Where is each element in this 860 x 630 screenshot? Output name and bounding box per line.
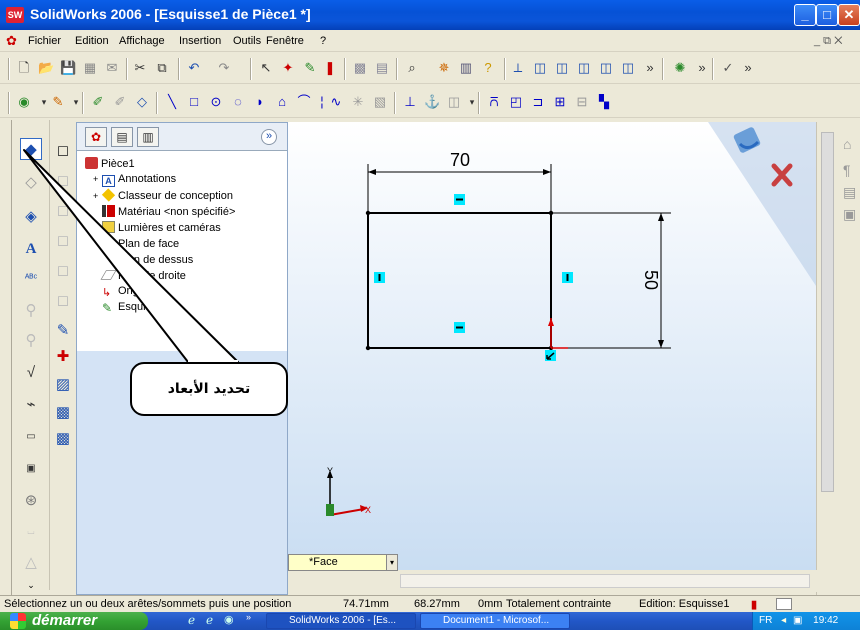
taskbar-item-word[interactable]: Document1 - Microsof... xyxy=(420,613,570,629)
horizontal-scrollbar[interactable] xyxy=(288,570,820,592)
tray-app-icon[interactable]: ▣ xyxy=(793,615,802,626)
status-y-coordinate: 68.27mm xyxy=(414,598,460,610)
windows-taskbar: démarrer ℯ ℯ ◉ » SolidWorks 2006 - [Es..… xyxy=(0,612,860,630)
file-explorer-icon[interactable]: ▤ xyxy=(843,184,856,201)
callout-pointer xyxy=(23,149,239,364)
tray-network-icon[interactable]: ◂ xyxy=(781,615,786,626)
language-indicator[interactable]: FR xyxy=(759,615,772,626)
quick-launch-chevron-icon[interactable]: » xyxy=(246,612,251,622)
design-library-icon[interactable]: ¶ xyxy=(843,162,851,178)
windows-logo-icon xyxy=(10,613,26,629)
status-constraint: Totalement contrainte xyxy=(506,598,612,610)
task-pane-bar: ⌂ ¶ ▤ ▣ xyxy=(816,122,860,595)
rebuild-status-icon[interactable]: ▮ xyxy=(751,598,757,611)
view-dropdown-arrow-icon[interactable]: ▾ xyxy=(386,554,398,571)
status-z-coordinate: 0mm xyxy=(478,598,503,610)
quick-launch-ie-icon[interactable]: ℯ xyxy=(188,613,195,627)
view-selector[interactable]: *Face xyxy=(288,554,398,571)
resources-icon[interactable]: ⌂ xyxy=(843,136,851,152)
status-edition: Edition: Esquisse1 xyxy=(639,598,730,610)
status-bar: Sélectionnez un ou deux arêtes/sommets p… xyxy=(0,595,860,612)
system-tray: FR ◂ ▣ 19:42 xyxy=(752,612,860,630)
quick-launch-media-icon[interactable]: ◉ xyxy=(224,613,234,626)
vertical-scrollbar[interactable] xyxy=(821,132,834,492)
quick-tips-icon[interactable] xyxy=(776,598,792,610)
search-icon[interactable]: ▣ xyxy=(843,206,856,223)
taskbar-item-solidworks[interactable]: SolidWorks 2006 - [Es... xyxy=(266,613,416,629)
status-message: Sélectionnez un ou deux arêtes/sommets p… xyxy=(4,598,292,610)
status-x-coordinate: 74.71mm xyxy=(343,598,389,610)
quick-launch-browser-icon[interactable]: ℯ xyxy=(206,613,213,627)
annotation-callout: تحديد الأبعاد xyxy=(130,362,288,416)
scroll-track[interactable] xyxy=(400,574,810,588)
clock: 19:42 xyxy=(813,615,839,626)
